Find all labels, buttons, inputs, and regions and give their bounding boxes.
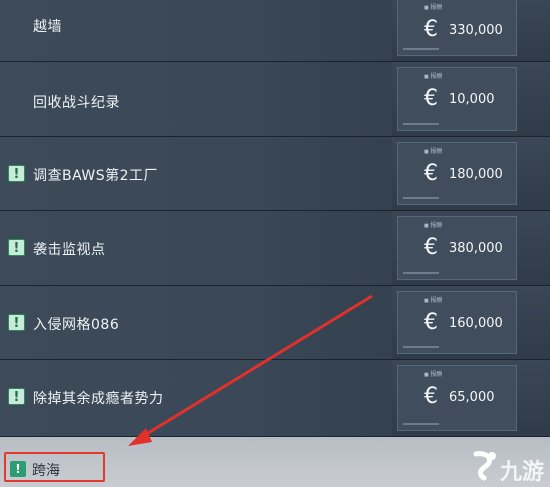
mission-row-2[interactable]: 回收战斗纪录 报酬 € 10,000	[0, 62, 550, 137]
reward-box: 报酬 € 180,000	[397, 142, 517, 205]
reward-box: 报酬 € 65,000	[397, 365, 517, 431]
euro-icon: €	[424, 86, 438, 111]
mission-row-6[interactable]: ! 除掉其余成瘾者势力 报酬 € 65,000	[0, 360, 550, 437]
reward-amount: 65,000	[449, 390, 495, 405]
reward-amount: 380,000	[449, 241, 503, 256]
alert-icon: !	[8, 165, 25, 182]
mission-row-1[interactable]: 越墙 报酬 € 330,000	[0, 0, 550, 62]
reward-bar	[403, 346, 439, 348]
reward-bar	[403, 423, 439, 425]
mission-title: 调查BAWS第2工厂	[33, 168, 159, 184]
alert-icon: !	[8, 388, 25, 405]
reward-label: 报酬	[424, 220, 442, 229]
reward-amount: 10,000	[449, 92, 495, 107]
euro-icon: €	[424, 310, 438, 335]
mission-title: 除掉其余成瘾者势力	[33, 391, 164, 407]
reward-bar	[403, 123, 439, 125]
reward-box: 报酬 € 380,000	[397, 216, 517, 280]
mission-title: 袭击监视点	[33, 242, 106, 258]
reward-label: 报酬	[424, 2, 442, 11]
mission-row-4[interactable]: ! 袭击监视点 报酬 € 380,000	[0, 211, 550, 286]
reward-bar	[403, 272, 439, 274]
reward-box: 报酬 € 10,000	[397, 67, 517, 131]
reward-label: 报酬	[424, 369, 442, 378]
mission-title: 回收战斗纪录	[33, 95, 120, 111]
euro-icon: €	[424, 384, 438, 409]
reward-amount: 160,000	[449, 316, 503, 331]
watermark-text: 九游	[500, 460, 545, 485]
mission-list: 越墙 报酬 € 330,000 回收战斗纪录 报酬 € 10,000 ! 调查B…	[0, 0, 550, 487]
euro-icon: €	[424, 17, 438, 42]
alert-icon: !	[8, 314, 25, 331]
reward-bar	[403, 197, 439, 199]
mission-row-5[interactable]: ! 入侵网格086 报酬 € 160,000	[0, 286, 550, 360]
reward-bar	[403, 48, 439, 50]
alert-icon: !	[8, 239, 25, 256]
logo-icon	[473, 451, 496, 481]
reward-amount: 180,000	[449, 167, 503, 182]
reward-label: 报酬	[424, 71, 442, 80]
mission-title: 越墙	[33, 19, 62, 35]
reward-box: 报酬 € 330,000	[397, 0, 517, 56]
watermark-logo: 九游	[470, 448, 548, 485]
reward-label: 报酬	[424, 295, 442, 304]
reward-amount: 330,000	[449, 23, 503, 38]
euro-icon: €	[424, 235, 438, 260]
reward-label: 报酬	[424, 146, 442, 155]
euro-icon: €	[424, 161, 438, 186]
highlight-box	[4, 452, 105, 482]
mission-title: 入侵网格086	[33, 317, 120, 333]
reward-box: 报酬 € 160,000	[397, 291, 517, 354]
mission-row-3[interactable]: ! 调查BAWS第2工厂 报酬 € 180,000	[0, 137, 550, 211]
